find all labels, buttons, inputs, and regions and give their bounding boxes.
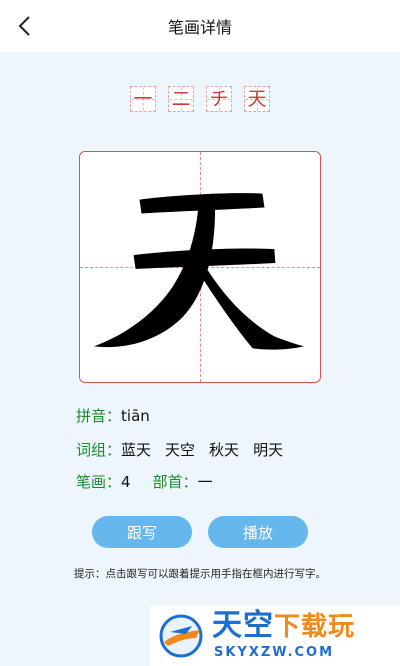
pinyin-value: tiān [121, 407, 150, 425]
writing-grid[interactable] [79, 151, 321, 383]
strokes-row: 笔画：4 部首：一 [76, 471, 213, 492]
back-button[interactable] [10, 12, 38, 40]
stroke-step-2: 二 [168, 86, 194, 112]
site-logo-icon [159, 614, 203, 658]
word-item: 秋天 [209, 441, 240, 459]
watermark: 天空下载玩 SKYXZW.COM [150, 606, 400, 666]
play-button[interactable]: 播放 [208, 516, 308, 548]
stroke-step-1: 一 [130, 86, 156, 112]
pinyin-row: 拼音：tiān [76, 405, 150, 426]
radical-value: 一 [197, 473, 213, 491]
strokes-label: 笔画： [76, 473, 122, 491]
watermark-title: 天空下载玩 [212, 608, 356, 643]
watermark-url: SKYXZW.COM [214, 645, 335, 660]
stroke-order-sequence: 一 二 チ 天 [0, 86, 400, 112]
pinyin-label: 拼音： [76, 407, 122, 425]
character-glyph [93, 193, 305, 350]
words-row: 词组：蓝天 天空 秋天 明天 [76, 439, 283, 460]
top-bar: 笔画详情 [0, 0, 400, 52]
trace-button[interactable]: 跟写 [92, 516, 192, 548]
word-item: 明天 [253, 441, 284, 459]
stroke-step-4: 天 [244, 86, 270, 112]
hint-text: 提示：点击跟写可以跟着提示用手指在框内进行写字。 [74, 568, 326, 580]
page-title: 笔画详情 [167, 18, 232, 37]
stroke-step-3: チ [206, 86, 232, 112]
word-item: 蓝天 [121, 441, 152, 459]
word-item: 天空 [165, 441, 196, 459]
strokes-value: 4 [121, 473, 131, 491]
words-label: 词组： [76, 441, 122, 459]
radical-label: 部首： [152, 473, 198, 491]
chevron-left-icon [18, 16, 30, 36]
